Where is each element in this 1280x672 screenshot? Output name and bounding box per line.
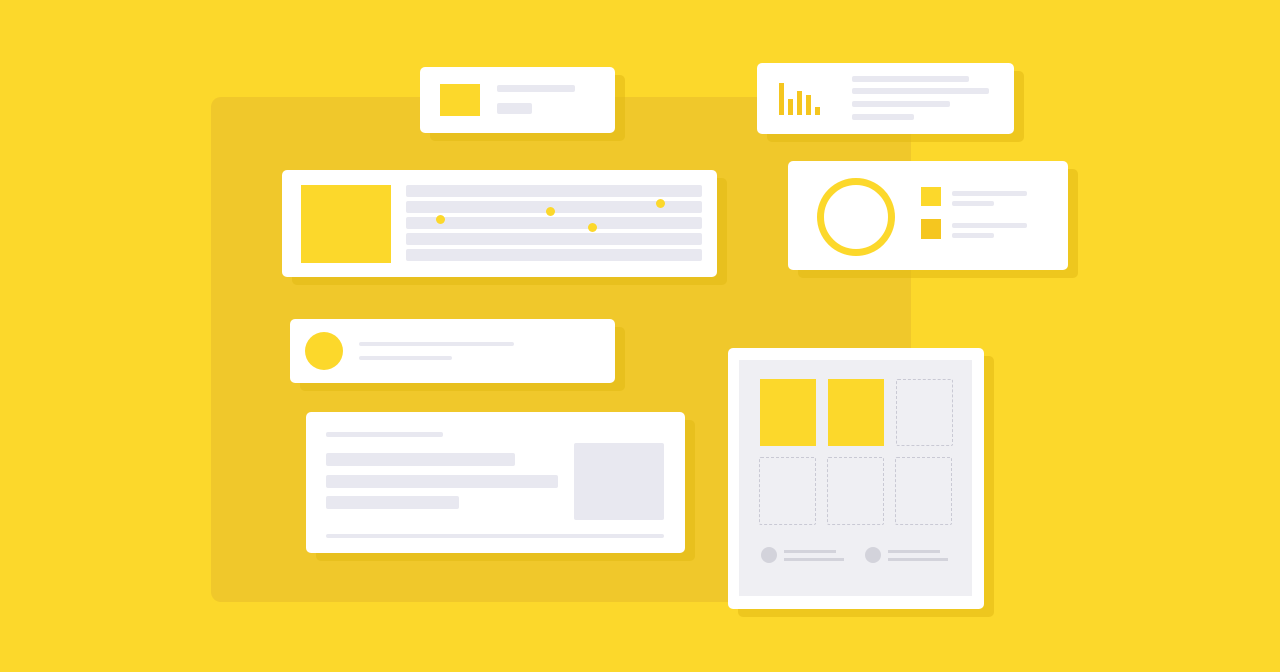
avatar-icon	[305, 332, 343, 370]
text-placeholder	[852, 88, 989, 94]
text-placeholder	[888, 550, 940, 553]
gallery-slot-empty	[759, 457, 816, 525]
legend-label	[952, 201, 994, 206]
gallery-slot-filled	[760, 379, 816, 446]
gallery-slot-empty	[827, 457, 884, 525]
text-placeholder	[326, 496, 459, 509]
text-placeholder	[852, 76, 969, 82]
event-dot	[656, 199, 665, 208]
ring-chart-icon	[817, 178, 895, 256]
avatar-icon	[761, 547, 777, 563]
thumbnail-block	[301, 185, 391, 263]
bar-chart-card	[757, 63, 1014, 134]
ring-chart-card	[788, 161, 1068, 270]
divider	[326, 534, 664, 538]
small-widget-card	[420, 67, 615, 133]
table-row	[406, 233, 702, 245]
gallery-slot-empty	[895, 457, 952, 525]
legend-swatch	[921, 219, 941, 239]
text-placeholder	[852, 101, 950, 107]
legend-label	[952, 233, 994, 238]
bar-chart-icon	[777, 81, 827, 115]
text-placeholder	[326, 432, 443, 437]
legend-label	[952, 223, 1027, 228]
event-dot	[546, 207, 555, 216]
text-placeholder	[359, 342, 514, 346]
text-placeholder	[888, 558, 948, 561]
profile-card	[290, 319, 615, 383]
gallery-slot-filled	[828, 379, 884, 446]
text-placeholder	[497, 103, 532, 114]
gallery-card	[728, 348, 984, 609]
text-placeholder	[359, 356, 452, 360]
event-dot	[588, 223, 597, 232]
text-placeholder	[326, 475, 558, 488]
table-row	[406, 249, 702, 261]
article-card	[306, 412, 685, 553]
image-placeholder-icon	[574, 443, 664, 520]
text-placeholder	[784, 550, 836, 553]
avatar-icon	[865, 547, 881, 563]
legend-swatch	[921, 187, 941, 206]
text-placeholder	[784, 558, 844, 561]
text-placeholder	[497, 85, 575, 92]
gallery-slot-empty	[896, 379, 953, 446]
illustration-canvas	[0, 0, 1280, 672]
table-row	[406, 185, 702, 197]
timeline-card	[282, 170, 717, 277]
table-row	[406, 217, 702, 229]
event-dot	[436, 215, 445, 224]
text-placeholder	[852, 114, 914, 120]
text-placeholder	[326, 453, 515, 466]
legend-label	[952, 191, 1027, 196]
gallery-panel	[739, 360, 972, 596]
thumbnail-block	[440, 84, 480, 116]
